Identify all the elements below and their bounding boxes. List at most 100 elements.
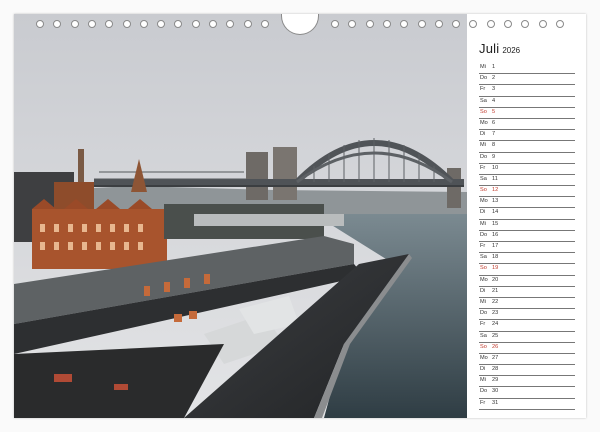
- weekday-label: Mo: [480, 276, 488, 283]
- day-number: 28: [492, 366, 499, 373]
- day-row: Di 7: [479, 130, 575, 142]
- weekday-label: Mo: [480, 354, 488, 361]
- binding-hole: [122, 20, 131, 28]
- day-row: Fr 31: [479, 399, 575, 410]
- year-label: 2026: [502, 46, 521, 55]
- day-row: Di 14: [479, 208, 575, 220]
- weekday-label: Di: [480, 131, 486, 138]
- binding-hole: [157, 20, 166, 28]
- day-row: So 12: [479, 186, 575, 198]
- day-row: Mi 22: [479, 298, 575, 310]
- day-number: 23: [492, 310, 499, 317]
- binding-hole: [174, 20, 183, 28]
- day-row: Mo 20: [479, 276, 575, 287]
- day-number: 13: [492, 198, 499, 205]
- day-row: Sa 11: [479, 175, 575, 187]
- day-number: 22: [492, 298, 499, 305]
- day-number: 10: [492, 164, 499, 171]
- day-row: Mi 8: [479, 141, 575, 153]
- day-number: 6: [492, 119, 496, 126]
- day-row: So 19: [479, 264, 575, 276]
- binding-hole: [70, 20, 79, 28]
- binding-hole: [365, 20, 374, 28]
- binding-hole: [87, 20, 96, 28]
- binding-hole: [555, 20, 564, 28]
- day-number: 19: [492, 265, 499, 272]
- day-number: 20: [492, 276, 499, 283]
- binding-hole: [260, 20, 269, 28]
- month-label: Juli: [479, 41, 500, 56]
- day-row: Do 16: [479, 231, 575, 242]
- day-row: Sa 18: [479, 253, 575, 265]
- binding-hole: [504, 20, 512, 28]
- day-number: 30: [492, 388, 499, 395]
- binding-hole: [434, 20, 443, 28]
- day-number: 12: [492, 187, 499, 194]
- day-row: Mo 6: [479, 119, 575, 131]
- day-number: 11: [492, 175, 498, 182]
- binding-hole: [417, 20, 426, 28]
- weekday-label: Do: [480, 153, 488, 160]
- binding-hole: [469, 20, 478, 28]
- day-number: 7: [492, 131, 496, 138]
- weekday-label: Sa: [480, 97, 487, 104]
- day-number: 29: [492, 377, 499, 384]
- day-number: 25: [492, 332, 499, 339]
- weekday-label: Mo: [480, 119, 488, 126]
- weekday-label: Sa: [480, 254, 487, 261]
- weekday-label: Do: [480, 310, 488, 317]
- weekday-label: Mi: [480, 298, 486, 305]
- day-number: 15: [492, 220, 499, 227]
- day-row: Do 30: [479, 387, 575, 399]
- day-row: Do 9: [479, 153, 575, 164]
- spiral-binding: [0, 0, 600, 36]
- day-number: 18: [492, 254, 499, 261]
- calendar-page: Juli 2026 Mi 1 Do 2 Fr 3 Sa 4 So 5 Mo 6 Di 7 Mi 8 Do 9 Fr 10…: [0, 0, 600, 432]
- binding-hole: [538, 20, 547, 28]
- day-number: 27: [492, 354, 499, 361]
- weekday-label: Sa: [480, 175, 487, 182]
- binding-hole: [521, 20, 530, 28]
- day-row: Fr 10: [479, 164, 575, 175]
- day-row: Sa 25: [479, 332, 575, 343]
- binding-hole: [105, 20, 114, 28]
- weekday-label: Do: [480, 231, 488, 238]
- binding-hole: [209, 20, 217, 28]
- weekday-label: Mi: [480, 377, 486, 384]
- binding-hole: [400, 20, 409, 28]
- weekday-label: Fr: [480, 164, 486, 171]
- day-row: So 5: [479, 108, 575, 119]
- day-number: 31: [492, 399, 499, 406]
- day-number: 24: [492, 321, 499, 328]
- weekday-label: So: [480, 108, 487, 115]
- weekday-label: Fr: [480, 243, 486, 249]
- day-row: Di 21: [479, 287, 575, 298]
- day-row: Fr 17: [479, 242, 575, 254]
- binding-hole: [331, 20, 339, 28]
- binding-hole: [226, 20, 235, 28]
- binding-hole: [382, 20, 391, 28]
- day-row: Mo 27: [479, 354, 575, 366]
- day-row: Do 23: [479, 309, 575, 321]
- day-number: 16: [492, 231, 499, 238]
- day-row: Fr 3: [479, 85, 575, 97]
- weekday-label: So: [480, 343, 487, 350]
- day-number: 1: [492, 64, 496, 70]
- weekday-label: Di: [480, 287, 486, 294]
- day-row: Fr 24: [479, 320, 575, 332]
- binding-hole: [191, 20, 200, 28]
- weekday-label: Di: [480, 209, 486, 216]
- day-number: 21: [492, 287, 499, 294]
- day-number: 14: [492, 209, 499, 216]
- binding-hole: [53, 20, 62, 28]
- day-list: Mi 1 Do 2 Fr 3 Sa 4 So 5 Mo 6 Di 7 Mi 8 Do 9 Fr 10 Sa 11 So 12 M…: [479, 63, 575, 410]
- weekday-label: Mi: [480, 142, 486, 149]
- weekday-label: Mi: [480, 64, 486, 70]
- day-number: 17: [492, 243, 499, 249]
- photo-illustration: [14, 14, 467, 418]
- weekday-label: So: [480, 187, 487, 194]
- weekday-label: Sa: [480, 332, 487, 339]
- weekday-label: Fr: [480, 86, 486, 93]
- day-row: Mo 13: [479, 197, 575, 209]
- day-number: 3: [492, 86, 496, 93]
